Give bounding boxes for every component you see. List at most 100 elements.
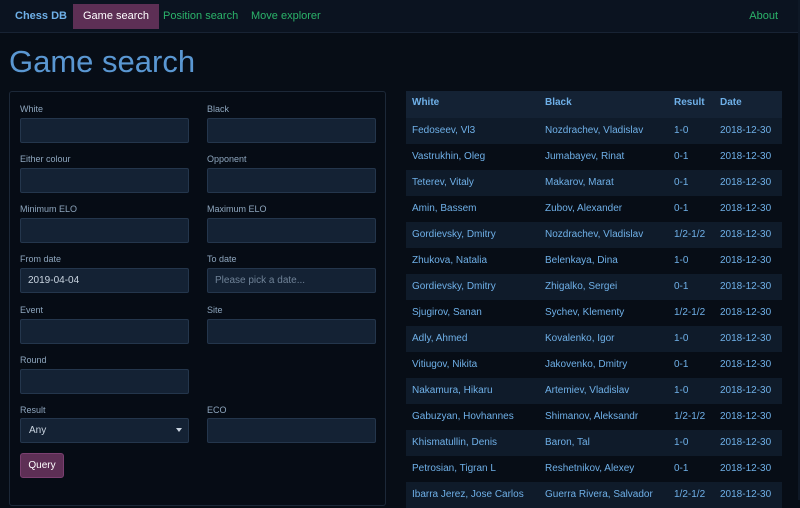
white-input[interactable] <box>20 118 189 143</box>
cell-result: 1-0 <box>674 125 689 136</box>
cell-date: 2018-12-30 <box>720 307 772 318</box>
cell-date: 2018-12-30 <box>720 255 772 266</box>
cell-date: 2018-12-30 <box>720 203 772 214</box>
cell-result: 0-1 <box>674 203 689 214</box>
table-row[interactable]: Gabuzyan, Hovhannes Shimanov, Aleksandr 1/… <box>406 404 782 430</box>
from-date-label: From date <box>20 254 62 264</box>
cell-black: Zubov, Alexander <box>545 203 623 214</box>
opponent-label: Opponent <box>207 154 247 164</box>
cell-result: 0-1 <box>674 177 689 188</box>
round-label: Round <box>20 355 47 365</box>
cell-result: 1-0 <box>674 255 689 266</box>
chevron-down-icon <box>176 428 182 432</box>
cell-result: 0-1 <box>674 463 689 474</box>
cell-white: Gabuzyan, Hovhannes <box>412 411 514 422</box>
cell-black: Sychev, Klementy <box>545 307 625 318</box>
cell-result: 1/2-1/2 <box>674 489 706 500</box>
results-table: White Black Result Date Fedoseev, Vl3 Noz… <box>406 91 782 508</box>
either-colour-input[interactable] <box>20 168 189 193</box>
cell-date: 2018-12-30 <box>720 411 772 422</box>
cell-date: 2018-12-30 <box>720 359 772 370</box>
eco-label: ECO <box>207 405 227 415</box>
header-black[interactable]: Black <box>545 91 572 114</box>
eco-input[interactable] <box>207 418 376 443</box>
cell-result: 1/2-1/2 <box>674 411 706 422</box>
nav-game-search[interactable]: Game search <box>73 4 160 29</box>
header-result[interactable]: Result <box>674 91 705 114</box>
table-row[interactable]: Gordievsky, Dmitry Nozdrachev, Vladislav 1… <box>406 222 782 248</box>
table-row[interactable]: Teterev, Vitaly Makarov, Marat 0-1 2018-12-… <box>406 170 782 196</box>
table-row[interactable]: Petrosian, Tigran L Reshetnikov, Alexey 0-… <box>406 456 782 482</box>
min-elo-input[interactable] <box>20 218 189 243</box>
site-label: Site <box>207 305 223 315</box>
cell-result: 1-0 <box>674 385 689 396</box>
search-form: White Black Either colour Opponent Minim… <box>9 91 386 506</box>
from-date-input[interactable] <box>20 268 189 293</box>
table-row[interactable]: Adly, Ahmed Kovalenko, Igor 1-0 2018-12-30 <box>406 326 782 352</box>
opponent-input[interactable] <box>207 168 376 193</box>
cell-white: Petrosian, Tigran L <box>412 463 496 474</box>
round-input[interactable] <box>20 369 189 394</box>
max-elo-input[interactable] <box>207 218 376 243</box>
black-input[interactable] <box>207 118 376 143</box>
cell-black: Makarov, Marat <box>545 177 614 188</box>
cell-white: Vitiugov, Nikita <box>412 359 478 370</box>
table-row[interactable]: Vitiugov, Nikita Jakovenko, Dmitry 0-1 2018… <box>406 352 782 378</box>
cell-white: Adly, Ahmed <box>412 333 468 344</box>
table-row[interactable]: Sjugirov, Sanan Sychev, Klementy 1/2-1/2 20… <box>406 300 782 326</box>
cell-white: Khismatullin, Denis <box>412 437 498 448</box>
cell-black: Zhigalko, Sergei <box>545 281 618 292</box>
either-colour-label: Either colour <box>20 154 71 164</box>
header-white[interactable]: White <box>412 91 538 114</box>
cell-date: 2018-12-30 <box>720 489 772 500</box>
cell-black: Guerra Rivera, Salvador <box>545 489 653 500</box>
cell-result: 0-1 <box>674 151 689 162</box>
result-select-value: Any <box>29 425 47 436</box>
cell-result: 0-1 <box>674 281 689 292</box>
cell-white: Ibarra Jerez, Jose Carlos <box>412 489 524 500</box>
result-select[interactable]: Any <box>20 418 189 443</box>
table-row[interactable]: Vastrukhin, Oleg Jumabayev, Rinat 0-1 2018-… <box>406 144 782 170</box>
table-row[interactable]: Fedoseev, Vl3 Nozdrachev, Vladislav 1-0 201… <box>406 118 782 144</box>
cell-white: Sjugirov, Sanan <box>412 307 482 318</box>
table-row[interactable]: Gordievsky, Dmitry Zhigalko, Sergei 0-1 201… <box>406 274 782 300</box>
event-label: Event <box>20 305 44 315</box>
table-row[interactable]: Amin, Bassem Zubov, Alexander 0-1 2018-12-3… <box>406 196 782 222</box>
cell-white: Zhukova, Natalia <box>412 255 488 266</box>
cell-result: 1-0 <box>674 437 689 448</box>
table-row[interactable]: Zhukova, Natalia Belenkaya, Dina 1-0 2018-1… <box>406 248 782 274</box>
cell-white: Gordievsky, Dmitry <box>412 281 496 292</box>
cell-date: 2018-12-30 <box>720 385 772 396</box>
page-title: Game search <box>9 44 196 79</box>
result-label: Result <box>20 405 46 415</box>
table-row[interactable]: Nakamura, Hikaru Artemiev, Vladislav 1-0 20… <box>406 378 782 404</box>
brand[interactable]: Chess DB <box>15 0 67 33</box>
event-input[interactable] <box>20 319 189 344</box>
white-label: White <box>20 104 44 114</box>
nav-move-explorer[interactable]: Move explorer <box>241 4 331 29</box>
cell-date: 2018-12-30 <box>720 125 772 136</box>
max-elo-label: Maximum ELO <box>207 204 267 214</box>
table-row[interactable]: Khismatullin, Denis Baron, Tal 1-0 2018-12-… <box>406 430 782 456</box>
cell-white: Amin, Bassem <box>412 203 477 214</box>
cell-white: Teterev, Vitaly <box>412 177 474 188</box>
cell-date: 2018-12-30 <box>720 229 772 240</box>
site-input[interactable] <box>207 319 376 344</box>
to-date-input[interactable] <box>207 268 376 293</box>
min-elo-label: Minimum ELO <box>20 204 78 214</box>
cell-date: 2018-12-30 <box>720 437 772 448</box>
cell-white: Gordievsky, Dmitry <box>412 229 496 240</box>
cell-black: Reshetnikov, Alexey <box>545 463 635 474</box>
cell-date: 2018-12-30 <box>720 281 772 292</box>
cell-black: Shimanov, Aleksandr <box>545 411 639 422</box>
cell-white: Nakamura, Hikaru <box>412 385 493 396</box>
header-date[interactable]: Date <box>720 91 742 114</box>
cell-date: 2018-12-30 <box>720 463 772 474</box>
nav-position-search[interactable]: Position search <box>153 4 248 29</box>
black-label: Black <box>207 104 230 114</box>
table-row[interactable]: Ibarra Jerez, Jose Carlos Guerra Rivera, … <box>406 482 782 508</box>
nav-about[interactable]: About <box>749 0 778 33</box>
query-button[interactable]: Query <box>20 453 64 478</box>
cell-black: Artemiev, Vladislav <box>545 385 630 396</box>
cell-white: Fedoseev, Vl3 <box>412 125 476 136</box>
